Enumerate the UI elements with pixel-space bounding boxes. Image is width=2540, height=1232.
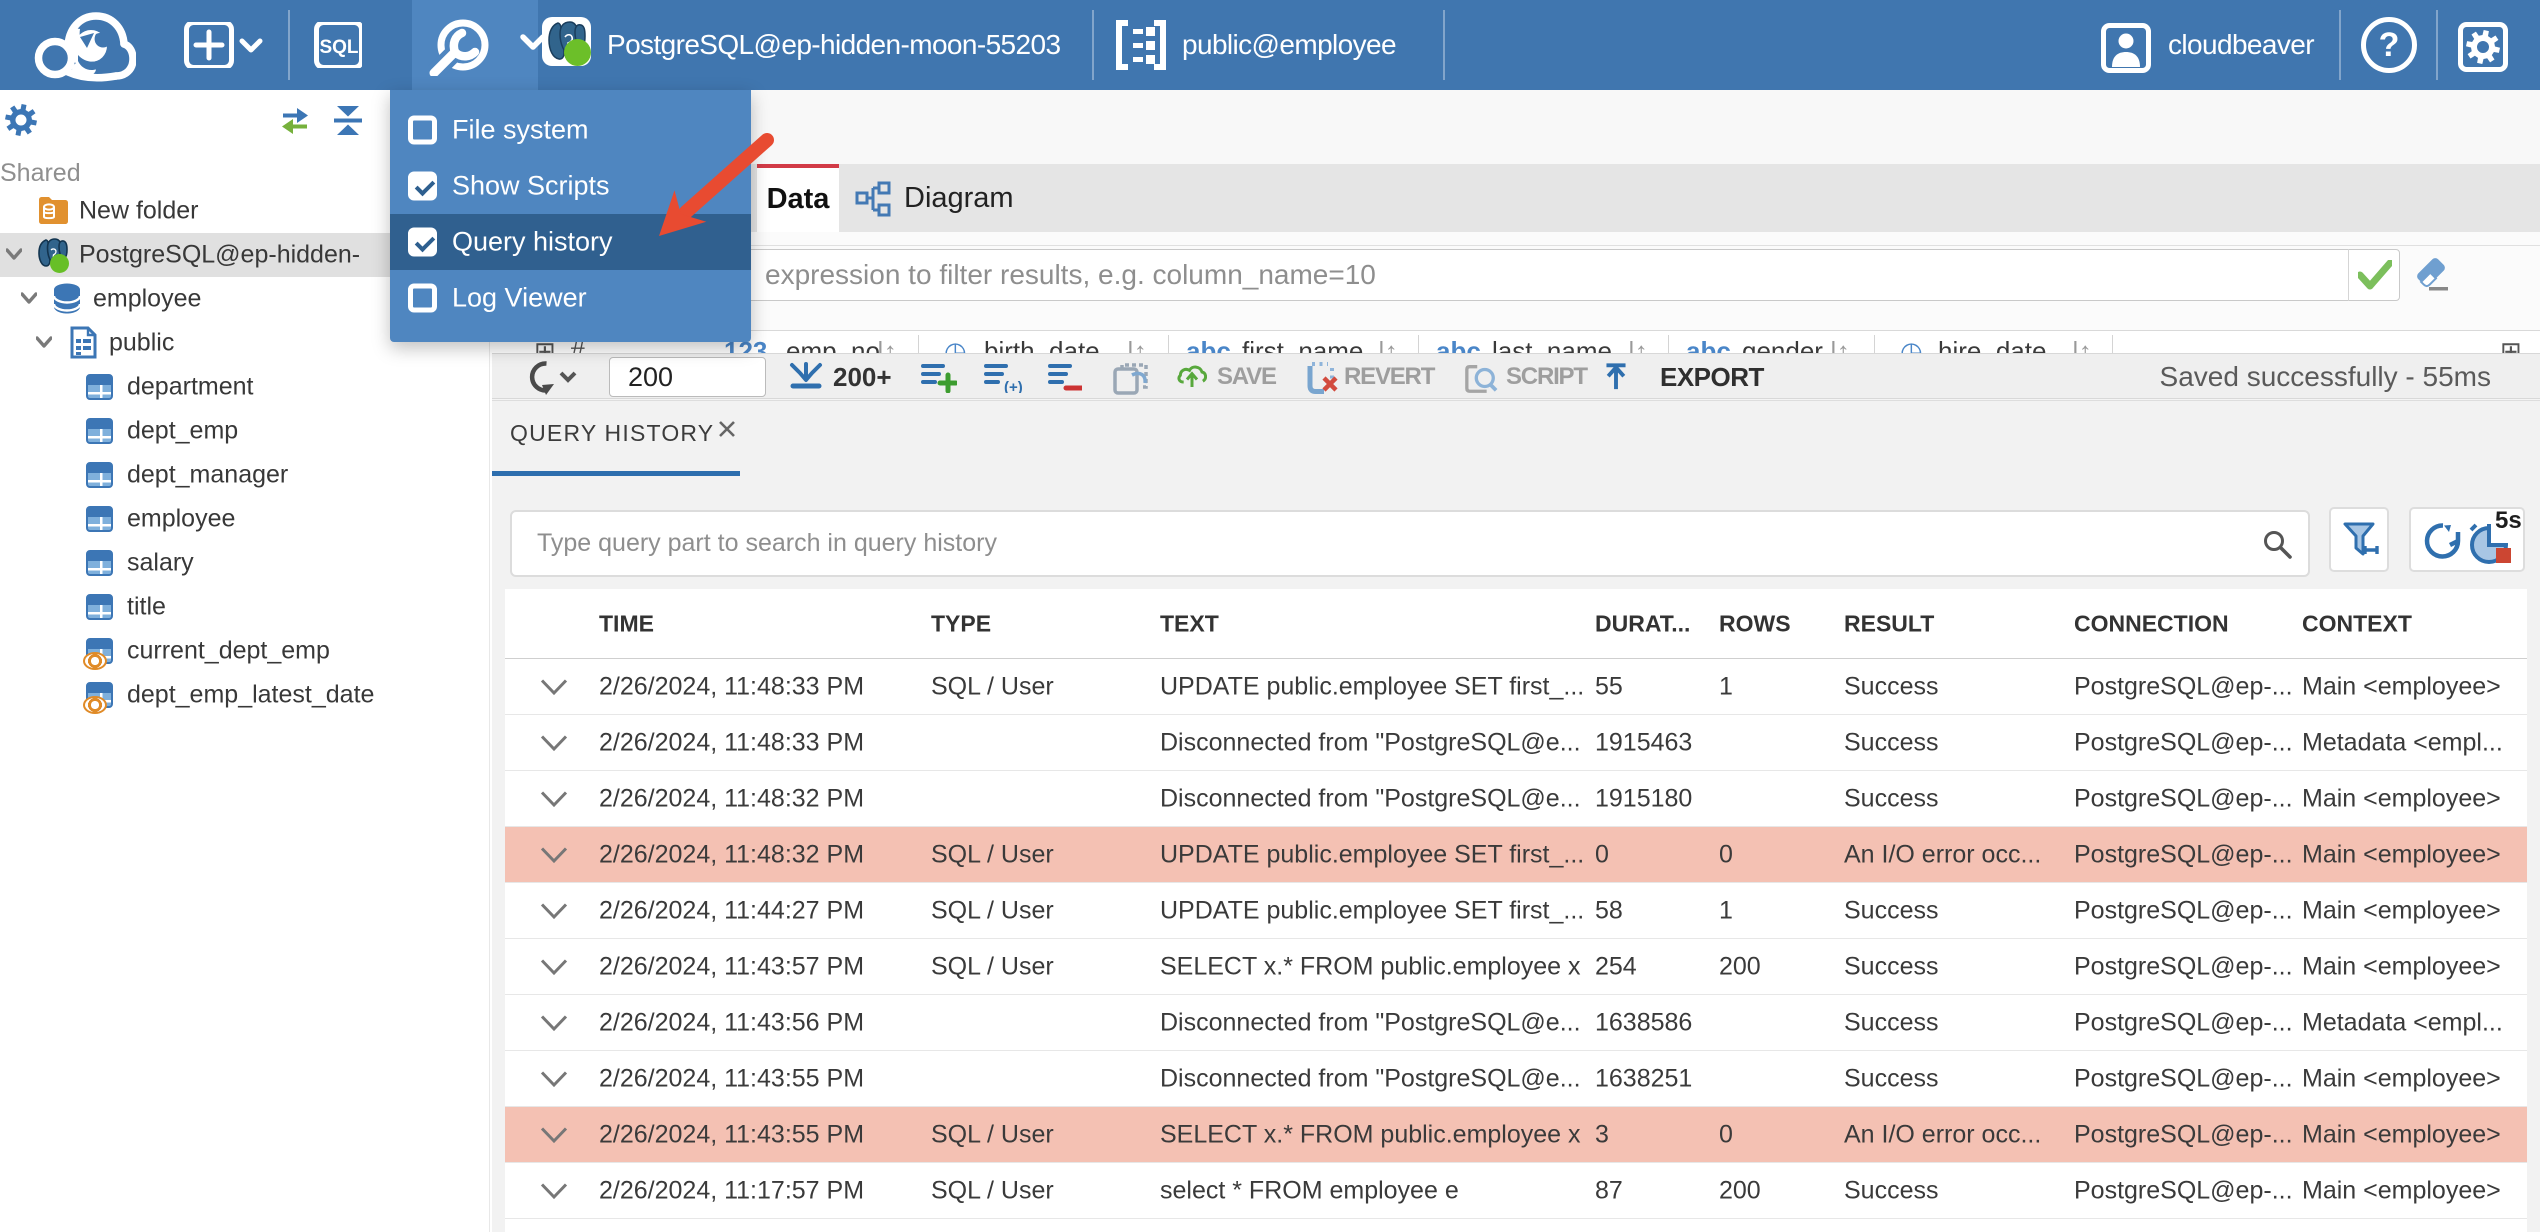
- svg-text:?: ?: [2379, 26, 2400, 64]
- svg-text:SQL: SQL: [319, 37, 358, 58]
- svg-text:(+): (+): [1004, 379, 1023, 393]
